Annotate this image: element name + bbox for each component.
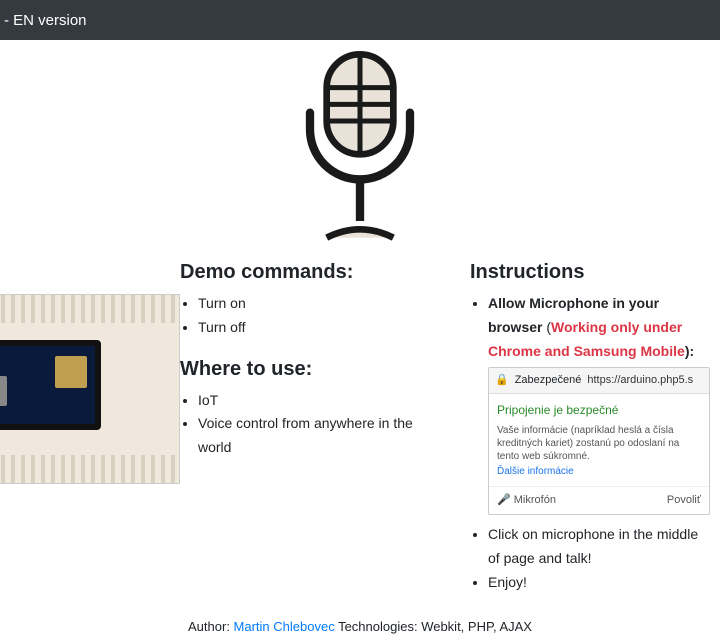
nodemcu-board-image [0, 294, 180, 484]
list-item: Enjoy! [488, 571, 710, 595]
demo-commands-list: Turn on Turn off [180, 292, 450, 340]
list-item: Allow Microphone in your browser (Workin… [488, 292, 710, 515]
microphone-icon: 🎤 [497, 494, 511, 506]
permission-description: Vaše informácie (napríklad heslá a čísla… [497, 424, 701, 463]
left-heading-fragment: te [0, 261, 160, 284]
list-item: Turn on [198, 292, 450, 316]
allow-button[interactable]: Povoliť [667, 491, 701, 510]
instructions-heading: Instructions [470, 261, 710, 284]
list-item: IoT [198, 389, 450, 413]
list-item: Turn off [198, 316, 450, 340]
top-navbar: - EN version [0, 0, 720, 40]
navbar-title: - EN version [4, 12, 87, 29]
mic-label: Mikrofón [514, 494, 556, 506]
url-text: https://arduino.php5.s [587, 371, 693, 390]
author-link[interactable]: Martin Chlebovec [234, 619, 335, 634]
microphone-icon[interactable] [275, 46, 445, 246]
browser-permission-popup: 🔒 Zabezpečené https://arduino.php5.s Pri… [488, 367, 710, 515]
where-to-use-heading: Where to use: [180, 358, 450, 381]
footer: Author: Martin Chlebovec Technologies: W… [0, 613, 720, 634]
secure-label: Zabezpečené [515, 371, 582, 390]
lock-icon: 🔒 [495, 371, 509, 390]
more-info-link[interactable]: Ďalšie informácie [497, 463, 701, 480]
microphone-hero [0, 40, 720, 261]
list-item: Click on microphone in the middle of pag… [488, 523, 710, 571]
connection-secure-text: Pripojenie je bezpečné [497, 400, 701, 420]
list-item: Voice control from anywhere in the world [198, 412, 450, 460]
where-to-use-list: IoT Voice control from anywhere in the w… [180, 389, 450, 460]
demo-commands-heading: Demo commands: [180, 261, 450, 284]
instructions-list: Allow Microphone in your browser (Workin… [470, 292, 710, 595]
